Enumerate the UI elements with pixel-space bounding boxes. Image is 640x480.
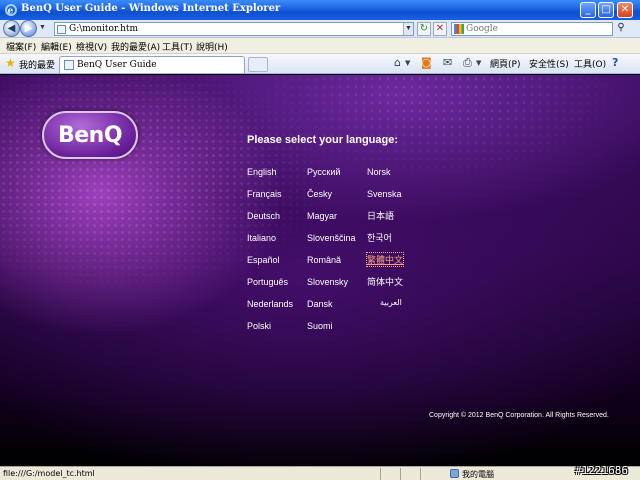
menu-bar: 檔案(F) 編輯(E) 檢視(V) 我的最愛(A) 工具(T) 說明(H) [0,38,640,54]
language-link-magyar[interactable]: Magyar [307,211,337,221]
search-box[interactable] [451,22,613,36]
language-link-portugues[interactable]: Português [247,277,288,287]
history-dropdown-icon[interactable]: ▼ [39,24,46,31]
language-link-slovensky[interactable]: Slovensky [307,277,348,287]
status-separator [380,468,381,480]
page-menu[interactable]: 網頁(P) [490,57,520,70]
security-zone-label: 我的電腦 [462,470,494,479]
stop-button[interactable]: ✕ [433,22,447,36]
svg-text:e: e [8,7,14,17]
window-title: BenQ User Guide - Windows Internet Explo… [21,3,281,14]
favorites-star-icon[interactable]: ★ [5,57,16,69]
url-field[interactable]: G:\monitor.htm ▼ [54,22,414,36]
back-button[interactable]: ◀ [3,20,20,37]
copyright-text: Copyright © 2012 BenQ Corporation. All R… [429,412,609,419]
computer-zone-icon [450,469,459,478]
window-title-bar: e BenQ User Guide - Windows Internet Exp… [0,0,640,20]
language-link-suomi[interactable]: Suomi [307,321,333,331]
watermark-id: #1221686 [575,464,628,477]
status-separator [400,468,401,480]
tab-benq-user-guide[interactable]: BenQ User Guide [59,56,245,73]
language-link-slovenscina[interactable]: Slovenščina [307,233,356,243]
language-link-polski[interactable]: Polski [247,321,271,331]
home-dropdown-icon[interactable]: ▼ [405,57,410,69]
menu-file[interactable]: 檔案(F) [6,40,36,53]
favorites-label[interactable]: 我的最愛 [19,58,55,71]
home-icon[interactable]: ⌂ [394,57,401,69]
menu-view[interactable]: 檢視(V) [76,40,107,53]
menu-tools[interactable]: 工具(T) [162,40,193,53]
minimize-button[interactable]: _ [580,2,596,18]
page-content: BenQ Please select your language: Englis… [0,75,640,466]
tab-page-icon [64,60,74,70]
language-link-traditional-chinese[interactable]: 繁體中文 [365,252,405,267]
search-input[interactable] [466,23,606,35]
language-link-romana[interactable]: Română [307,255,341,265]
language-link-english[interactable]: English [247,167,277,177]
status-bar: file:///G:/model_tc.html 我的電腦 [0,466,640,480]
language-heading: Please select your language: [247,134,399,146]
menu-help[interactable]: 說明(H) [196,40,228,53]
search-button[interactable]: ⚲ [614,22,628,36]
language-link-korean[interactable]: 한국어 [367,231,392,244]
google-icon [454,24,464,34]
language-link-svenska[interactable]: Svenska [367,189,402,199]
language-link-czech[interactable]: Česky [307,189,332,199]
tools-menu[interactable]: 工具(O) [574,57,606,70]
status-text: file:///G:/model_tc.html [3,469,95,478]
forward-button[interactable]: ▶ [20,20,37,37]
status-separator [420,468,421,480]
benq-logo: BenQ [42,111,138,159]
language-link-deutsch[interactable]: Deutsch [247,211,280,221]
menu-edit[interactable]: 編輯(E) [41,40,72,53]
language-link-japanese[interactable]: 日本語 [367,209,394,222]
language-link-francais[interactable]: Français [247,189,282,199]
language-link-nederlands[interactable]: Nederlands [247,299,293,309]
mail-icon[interactable]: ✉ [443,57,452,69]
ie-logo-icon: e [5,4,17,17]
language-link-arabic[interactable]: العربية [380,298,402,307]
language-link-simplified-chinese[interactable]: 简体中文 [367,275,403,288]
language-link-espanol[interactable]: Español [247,255,280,265]
feeds-icon[interactable]: ◙ [421,57,432,69]
new-tab-button[interactable] [248,57,268,72]
url-dropdown-icon[interactable]: ▼ [403,23,413,35]
maximize-button[interactable]: □ [598,2,614,18]
tab-label: BenQ User Guide [77,60,157,70]
page-icon [57,25,66,34]
address-bar: ◀ ▶ ▼ G:\monitor.htm ▼ ↻ ✕ ⚲ [0,20,640,38]
language-link-norsk[interactable]: Norsk [367,167,391,177]
language-link-russian[interactable]: Русский [307,167,340,177]
language-link-dansk[interactable]: Dansk [307,299,333,309]
help-icon[interactable]: ? [612,57,618,69]
url-text[interactable]: G:\monitor.htm [69,24,138,34]
safety-menu[interactable]: 安全性(S) [529,57,569,70]
menu-favorites[interactable]: 我的最愛(A) [111,40,160,53]
benq-logo-text: BenQ [57,123,123,148]
favorites-bar: ★ 我的最愛 BenQ User Guide ⌂ ▼ ◙ ✉ ⎙ ▼ 網頁(P)… [0,54,640,74]
language-link-italiano[interactable]: Italiano [247,233,276,243]
print-icon[interactable]: ⎙ [463,57,472,69]
print-dropdown-icon[interactable]: ▼ [476,57,481,69]
close-button[interactable]: ✕ [617,2,633,18]
refresh-button[interactable]: ↻ [417,22,431,36]
